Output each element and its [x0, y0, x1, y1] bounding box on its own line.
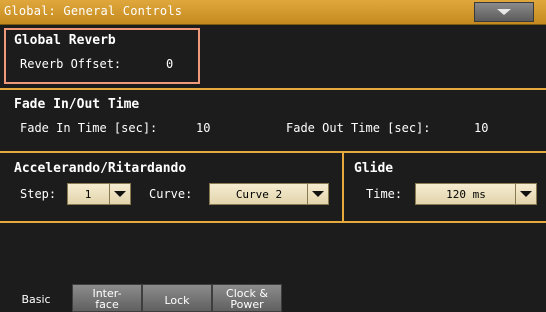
- glide-time-label: Time:: [366, 187, 403, 201]
- page-title-bar: Global: General Controls: [0, 0, 546, 25]
- vertical-divider: [342, 152, 344, 221]
- tab-basic[interactable]: Basic: [0, 284, 72, 312]
- divider: [0, 151, 546, 153]
- curve-label: Curve:: [149, 187, 193, 201]
- fade-in-label: Fade In Time [sec]:: [20, 121, 158, 135]
- chevron-down-icon: [520, 191, 532, 197]
- glide-time-value: 120 ms: [446, 188, 486, 201]
- tab-lock-label: Lock: [164, 294, 190, 307]
- glide-heading: Glide: [354, 161, 394, 176]
- fade-heading: Fade In/Out Time: [14, 97, 140, 112]
- tab-bar: Basic Inter- face Lock Clock & Power: [0, 284, 546, 312]
- tab-interface[interactable]: Inter- face: [72, 284, 142, 312]
- step-dropdown[interactable]: 1: [67, 183, 131, 205]
- accel-heading: Accelerando/Ritardando: [14, 161, 187, 176]
- chevron-down-icon: [312, 191, 324, 197]
- dropdown-arrow: [515, 184, 536, 204]
- divider: [0, 221, 546, 223]
- fade-in-value[interactable]: 10: [196, 121, 210, 135]
- chevron-down-icon: [114, 191, 126, 197]
- reverb-offset-label: Reverb Offset:: [20, 57, 122, 71]
- page-title: Global: General Controls: [4, 4, 183, 18]
- tab-basic-label: Basic: [21, 293, 51, 306]
- tab-clock-power[interactable]: Clock & Power: [212, 284, 282, 312]
- divider: [0, 88, 546, 90]
- page-menu-button[interactable]: [474, 2, 534, 22]
- reverb-offset-value[interactable]: 0: [166, 57, 173, 71]
- fade-out-label: Fade Out Time [sec]:: [286, 121, 431, 135]
- global-reverb-heading: Global Reverb: [14, 33, 116, 48]
- fade-out-value[interactable]: 10: [474, 121, 488, 135]
- step-value: 1: [84, 188, 92, 201]
- curve-dropdown[interactable]: Curve 2: [209, 183, 329, 205]
- tab-clock-power-label-line2: Power: [230, 298, 264, 311]
- chevron-down-icon: [497, 9, 511, 15]
- step-label: Step:: [20, 187, 57, 201]
- tab-interface-label-line2: face: [95, 298, 119, 311]
- tab-lock[interactable]: Lock: [142, 284, 212, 312]
- curve-value: Curve 2: [235, 188, 283, 201]
- glide-time-dropdown[interactable]: 120 ms: [415, 183, 537, 205]
- dropdown-arrow: [307, 184, 328, 204]
- dropdown-arrow: [109, 184, 130, 204]
